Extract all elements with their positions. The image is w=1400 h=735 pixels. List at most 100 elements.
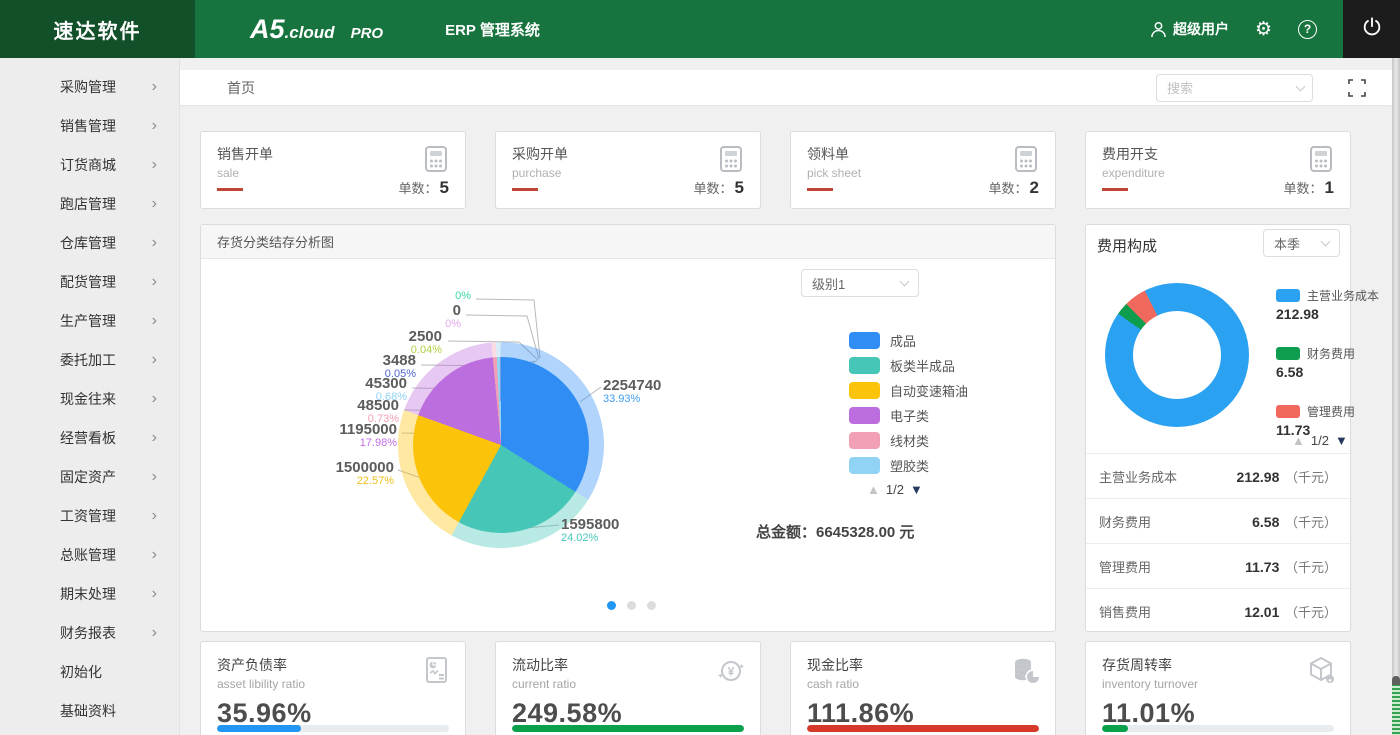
legend-item[interactable]: 成品 (849, 331, 968, 350)
chevron-right-icon: › (151, 116, 157, 134)
expense-row-unit: （千元） (1281, 514, 1337, 530)
vertical-scrollbar[interactable] (1392, 58, 1400, 735)
inventory-pie-chart[interactable] (413, 357, 589, 533)
callout-percent: 22.57% (356, 474, 394, 487)
sidebar-item[interactable]: 配货管理 › (0, 262, 179, 301)
legend-label: 电子类 (890, 409, 930, 424)
legend-item[interactable]: 塑胶类 (849, 456, 968, 475)
sidebar-item[interactable]: 仓库管理 › (0, 223, 179, 262)
breadcrumb-home[interactable]: 首页 (227, 78, 255, 98)
sidebar-item[interactable]: 固定资产 › (0, 457, 179, 496)
search-input[interactable] (1167, 80, 1277, 96)
legend-item[interactable]: 主营业务成本 212.98 (1276, 287, 1379, 322)
sidebar: 采购管理 › 销售管理 › 订货商城 › 跑店管理 › 仓库管理 › 配货管理 › 生产管理 › 委托加工 ›… (0, 58, 180, 735)
legend-item[interactable]: 线材类 (849, 431, 968, 450)
page-down-icon[interactable]: ▼ (910, 482, 923, 497)
sidebar-item[interactable]: 采购管理 › (0, 67, 179, 106)
sidebar-item[interactable]: 工资管理 › (0, 496, 179, 535)
sidebar-item-label: 委托加工 (60, 351, 116, 368)
sidebar-item-label: 销售管理 (60, 117, 116, 134)
sidebar-item[interactable]: 现金往来 › (0, 379, 179, 418)
expense-row: 销售费用 12.01 （千元） (1086, 588, 1350, 633)
carousel-dot[interactable] (627, 601, 636, 610)
legend-item[interactable]: 电子类 (849, 406, 968, 425)
search-select[interactable] (1156, 74, 1313, 102)
legend-item[interactable]: 自动变速箱油 (849, 381, 968, 400)
carousel-dot[interactable] (647, 601, 656, 610)
metric-subtitle: asset libility ratio (217, 677, 306, 691)
stat-card-title: 销售开单 (217, 146, 273, 162)
stat-card[interactable]: 费用开支 expenditure 单数： 1 (1085, 131, 1351, 209)
legend-color-chip (849, 457, 880, 474)
sidebar-item[interactable]: 基础资料 (0, 691, 179, 730)
pie-callout: 2254740 33.93% (603, 378, 661, 405)
scrollbar-thumb[interactable] (1392, 676, 1400, 735)
carousel-dot[interactable] (607, 601, 616, 610)
stat-card[interactable]: 领料单 pick sheet 单数： 2 (790, 131, 1056, 209)
stat-count-value: 2 (1029, 178, 1039, 197)
expense-donut-chart[interactable] (1105, 283, 1249, 427)
page-up-icon[interactable]: ▲ (867, 482, 880, 497)
callout-value: 1595800 (561, 516, 620, 533)
expense-legend-pager: ▲ 1/2 ▼ (1292, 433, 1348, 448)
callout-percent: 33.93% (603, 392, 641, 405)
red-dash (807, 188, 833, 191)
power-icon (1361, 16, 1383, 43)
sidebar-item-label: 期末处理 (60, 585, 116, 602)
legend-label: 财务费用 (1307, 347, 1356, 361)
user-menu[interactable]: 超级用户 (1150, 19, 1229, 39)
logo-pro: PRO (350, 24, 384, 42)
panel-title: 费用构成 (1097, 238, 1158, 255)
period-select[interactable]: 本季 (1263, 229, 1340, 257)
stat-card[interactable]: 销售开单 sale 单数： 5 (200, 131, 466, 209)
user-name: 超级用户 (1172, 21, 1229, 37)
sidebar-item[interactable]: 订货商城 › (0, 145, 179, 184)
stat-count-label: 单数： (988, 181, 1028, 196)
sidebar-item-label: 跑店管理 (60, 195, 116, 212)
legend-item[interactable]: 财务费用 6.58 (1276, 345, 1379, 380)
stat-count: 单数： 2 (989, 178, 1039, 198)
legend-item[interactable]: 板类半成品 (849, 356, 968, 375)
sidebar-item-label: 基础资料 (60, 702, 116, 719)
legend-color-chip (849, 382, 880, 399)
settings-button[interactable]: ⚙ (1255, 20, 1272, 39)
expense-panel: 费用构成 本季 主营业务成本 212.98 财务费用 6.58 管理费用 11.73 ▲ … (1085, 224, 1379, 633)
stat-card-title: 采购开单 (512, 146, 568, 162)
sidebar-item[interactable]: 总账管理 › (0, 535, 179, 574)
metric-title: 现金比率 (807, 657, 863, 673)
legend-label: 成品 (890, 334, 917, 349)
sidebar-item[interactable]: 委托加工 › (0, 340, 179, 379)
level-select[interactable]: 级别1 (801, 269, 919, 297)
stat-count: 单数： 5 (399, 178, 449, 198)
chevron-down-icon (1320, 236, 1331, 246)
page-up-icon[interactable]: ▲ (1292, 433, 1305, 448)
expense-row-unit: （千元） (1281, 559, 1337, 575)
sidebar-item[interactable]: 期末处理 › (0, 574, 179, 613)
callout-value: 45300 (365, 375, 407, 392)
stat-card[interactable]: 采购开单 purchase 单数： 5 (495, 131, 761, 209)
expense-row: 管理费用 11.73 （千元） (1086, 543, 1350, 588)
fullscreen-button[interactable] (1348, 79, 1366, 97)
help-button[interactable]: ? (1298, 19, 1317, 39)
sidebar-item-label: 生产管理 (60, 312, 116, 329)
sidebar-item[interactable]: 销售管理 › (0, 106, 179, 145)
sidebar-item[interactable]: 财务报表 › (0, 613, 179, 652)
legend-color-chip (1276, 405, 1300, 418)
sidebar-item[interactable]: 经营看板 › (0, 418, 179, 457)
metric-subtitle: cash ratio (807, 677, 860, 691)
pie-callout: 1595800 24.02% (561, 517, 619, 544)
app-root: 速达软件 A5 .cloud PRO ERP 管理系统 超级用户 ⚙ ? 采购管理… (0, 0, 1400, 735)
calculator-icon (1306, 144, 1336, 179)
callout-value: 3488 (382, 352, 416, 369)
sidebar-item[interactable]: 生产管理 › (0, 301, 179, 340)
logout-button[interactable] (1343, 0, 1400, 58)
page-down-icon[interactable]: ▼ (1335, 433, 1348, 448)
period-select-value: 本季 (1274, 236, 1301, 252)
expense-row-value: 11.73 （千元） (1245, 558, 1337, 575)
sidebar-item[interactable]: 跑店管理 › (0, 184, 179, 223)
sidebar-item[interactable]: 初始化 (0, 652, 179, 691)
pie-callout: 0% (455, 290, 471, 303)
legend-color-chip (849, 332, 880, 349)
progress-fill (1102, 725, 1128, 732)
metric-card: 流动比率 current ratio ¥249.58% (495, 641, 761, 735)
